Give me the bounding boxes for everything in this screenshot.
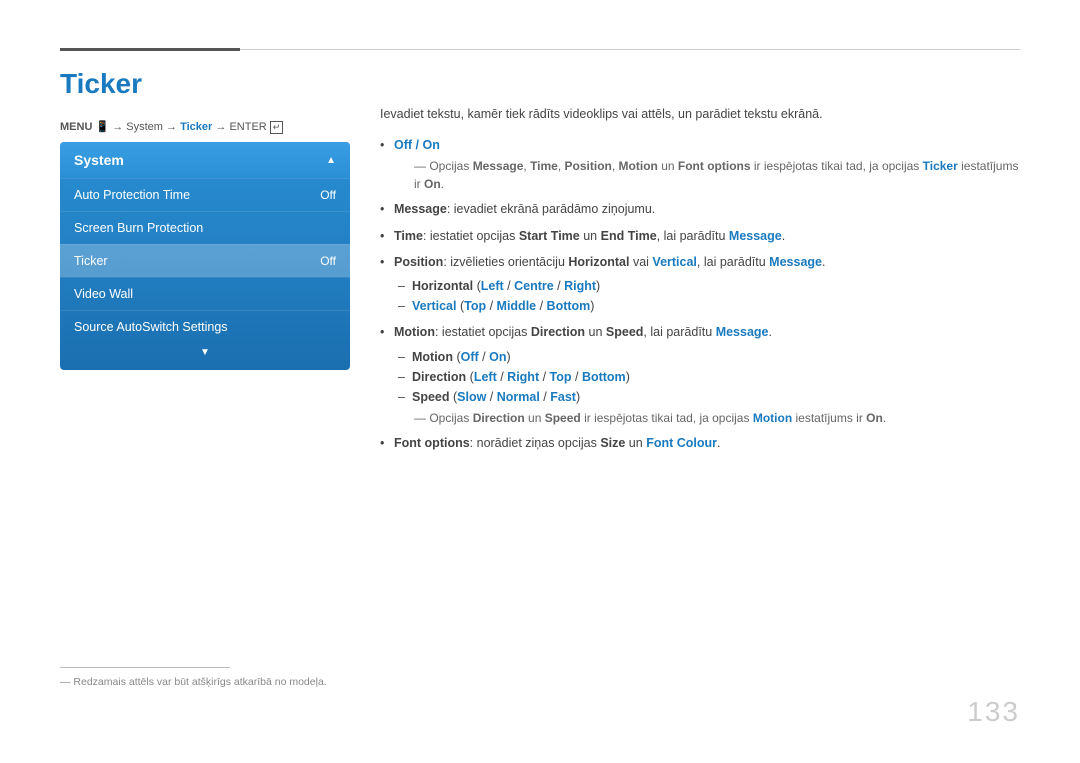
sidebar-title: System (74, 152, 124, 168)
footnote: ― Redzamais attēls var būt atšķirīgs atk… (60, 676, 327, 688)
off-on-label: Off / On (394, 138, 440, 152)
sidebar-item-label: Video Wall (74, 287, 133, 301)
sidebar-item-value: Off (320, 254, 336, 268)
position-subitems: Horizontal (Left / Centre / Right) Verti… (394, 276, 1020, 316)
content-intro: Ievadiet tekstu, kamēr tiek rādīts video… (380, 105, 1020, 124)
sidebar-arrow-down-icon: ▼ (60, 343, 350, 362)
top-bar-left (60, 48, 240, 51)
content-area: Ievadiet tekstu, kamēr tiek rādīts video… (380, 105, 1020, 460)
motion-label: Motion (394, 325, 435, 339)
list-item-off-on: Off / On ― Opcijas Message, Time, Positi… (380, 136, 1020, 193)
breadcrumb-ticker: Ticker (180, 121, 212, 133)
sidebar-item-label: Screen Burn Protection (74, 221, 203, 235)
page-number: 133 (967, 696, 1020, 728)
sub-item-motion-off-on: Motion (Off / On) (394, 347, 1020, 367)
sidebar-item-screen-burn[interactable]: Screen Burn Protection (60, 211, 350, 244)
footnote-line (60, 667, 230, 668)
top-bar-right (240, 49, 1020, 50)
sidebar-item-source-autoswitch[interactable]: Source AutoSwitch Settings (60, 310, 350, 343)
sub-item-horizontal: Horizontal (Left / Centre / Right) (394, 276, 1020, 296)
sidebar-item-auto-protection[interactable]: Auto Protection Time Off (60, 178, 350, 211)
breadcrumb-system: System (126, 121, 163, 133)
breadcrumb-enter: ENTER ↵ (229, 121, 283, 133)
sidebar-header: System ▲ (60, 142, 350, 178)
list-item-position: Position: izvēlieties orientāciju Horizo… (380, 253, 1020, 316)
list-item-message: Message: ievadiet ekrānā parādāmo ziņoju… (380, 200, 1020, 219)
sidebar-item-label: Auto Protection Time (74, 188, 190, 202)
list-item-motion: Motion: iestatiet opcijas Direction un S… (380, 323, 1020, 426)
breadcrumb-icon: 📱 (92, 121, 109, 133)
sub-item-direction: Direction (Left / Right / Top / Bottom) (394, 367, 1020, 387)
position-label: Position (394, 255, 443, 269)
sub-item-vertical: Vertical (Top / Middle / Bottom) (394, 296, 1020, 316)
motion-note: ― Opcijas Direction un Speed ir iespējot… (394, 409, 1020, 427)
sidebar-item-label: Source AutoSwitch Settings (74, 320, 228, 334)
bullet-list: Off / On ― Opcijas Message, Time, Positi… (380, 136, 1020, 453)
sidebar-arrow-up-icon: ▲ (326, 155, 336, 166)
sidebar-item-label: Ticker (74, 254, 108, 268)
page-title: Ticker (60, 68, 142, 100)
list-item-font-options: Font options: norādiet ziņas opcijas Siz… (380, 434, 1020, 453)
sub-item-speed: Speed (Slow / Normal / Fast) (394, 387, 1020, 407)
sidebar-item-ticker[interactable]: Ticker Off (60, 244, 350, 277)
sidebar-item-video-wall[interactable]: Video Wall (60, 277, 350, 310)
off-on-note: ― Opcijas Message, Time, Position, Motio… (394, 157, 1020, 193)
time-label: Time (394, 229, 423, 243)
font-options-label: Font options (394, 436, 470, 450)
top-bar (60, 48, 1020, 51)
motion-subitems: Motion (Off / On) Direction (Left / Righ… (394, 347, 1020, 407)
sidebar-item-value: Off (320, 188, 336, 202)
list-item-time: Time: iestatiet opcijas Start Time un En… (380, 227, 1020, 246)
breadcrumb-menu: MENU (60, 121, 92, 133)
breadcrumb: MENU 📱 → System → Ticker → ENTER ↵ (60, 120, 283, 134)
sidebar-panel: System ▲ Auto Protection Time Off Screen… (60, 142, 350, 370)
message-label: Message (394, 202, 447, 216)
